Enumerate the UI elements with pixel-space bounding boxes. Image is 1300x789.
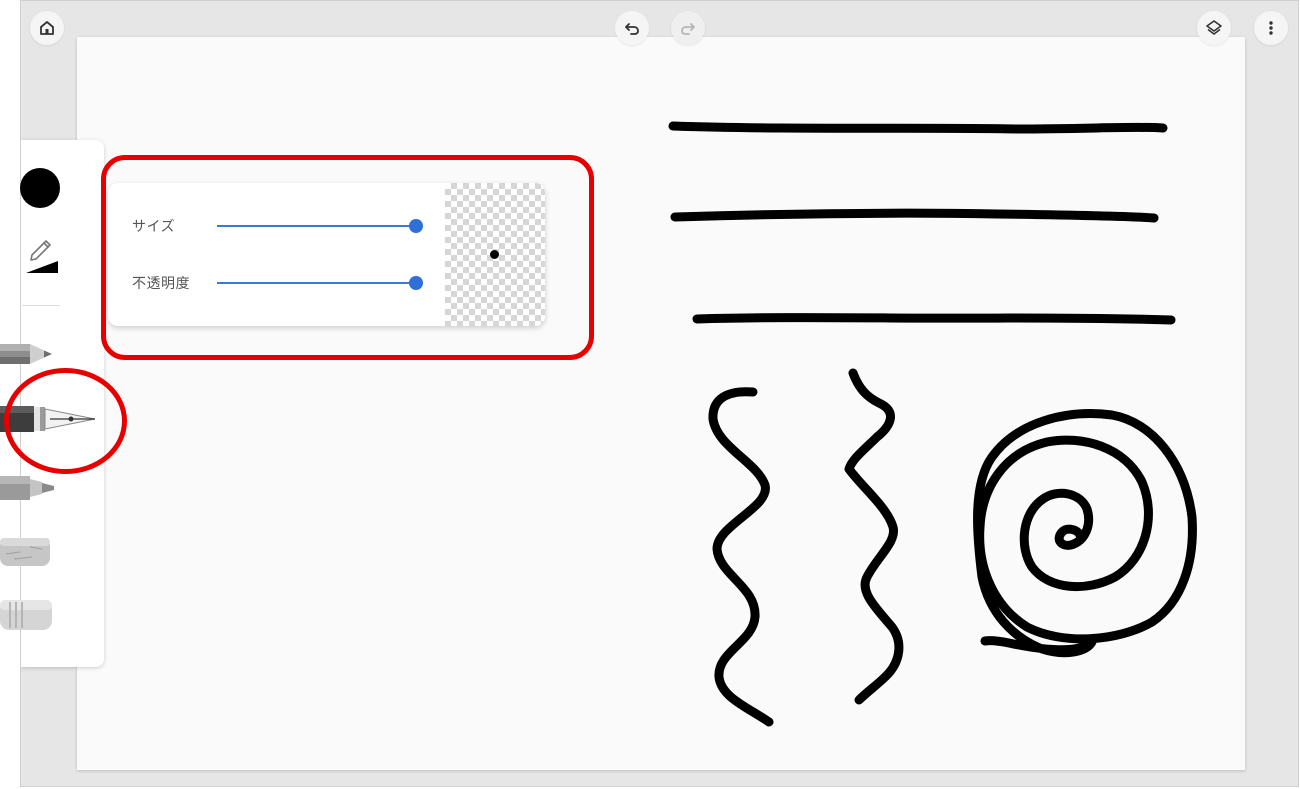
more-vert-icon — [1269, 21, 1273, 35]
layers-button[interactable] — [1197, 11, 1231, 45]
layers-icon — [1206, 20, 1222, 35]
drawing-canvas[interactable] — [77, 37, 1245, 770]
more-options-button[interactable] — [1254, 11, 1288, 45]
redo-icon — [681, 23, 695, 35]
annotation-highlight-panel — [101, 155, 594, 360]
redo-button[interactable] — [671, 11, 705, 45]
eraser-tool[interactable] — [0, 596, 80, 636]
pencil-tool[interactable] — [0, 336, 80, 372]
home-icon — [40, 21, 54, 35]
stroke-zigzag — [844, 368, 904, 705]
stroke-wave-1 — [708, 387, 774, 727]
app-window — [20, 0, 1299, 787]
brush-settings-icon[interactable] — [24, 235, 60, 275]
color-swatch-button[interactable] — [20, 168, 60, 208]
stroke-line-2 — [670, 208, 1159, 223]
undo-button[interactable] — [615, 11, 649, 45]
toolbar-divider — [22, 305, 60, 306]
drawing-strokes — [668, 121, 1197, 727]
annotation-highlight-pen-tool — [4, 368, 127, 474]
marker-tool[interactable] — [0, 470, 80, 506]
home-button[interactable] — [30, 11, 64, 45]
chalk-tool[interactable] — [0, 532, 80, 572]
stroke-spiral — [973, 409, 1197, 658]
stroke-line-3 — [692, 313, 1176, 325]
stroke-line-1 — [668, 121, 1168, 134]
undo-icon — [625, 23, 639, 35]
